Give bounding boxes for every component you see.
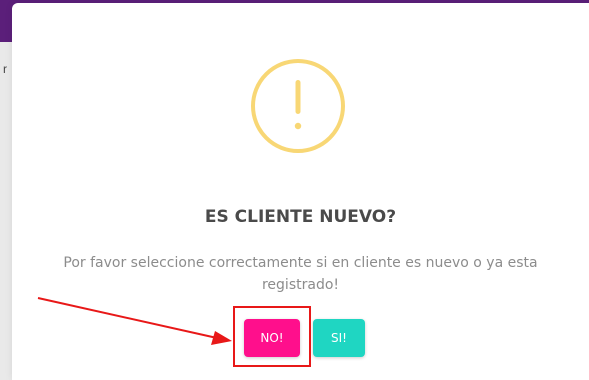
alert-dialog: ES CLIENTE NUEVO? Por favor seleccione c… xyxy=(12,3,589,380)
no-button[interactable]: NO! xyxy=(244,319,300,357)
dialog-title: ES CLIENTE NUEVO? xyxy=(204,207,397,227)
dialog-message: Por favor seleccione correctamente si en… xyxy=(63,255,538,293)
partial-text-glyph: r xyxy=(3,62,7,76)
si-button[interactable]: SI! xyxy=(313,319,365,357)
background-strip xyxy=(0,42,12,380)
exclamation-icon xyxy=(251,59,345,153)
